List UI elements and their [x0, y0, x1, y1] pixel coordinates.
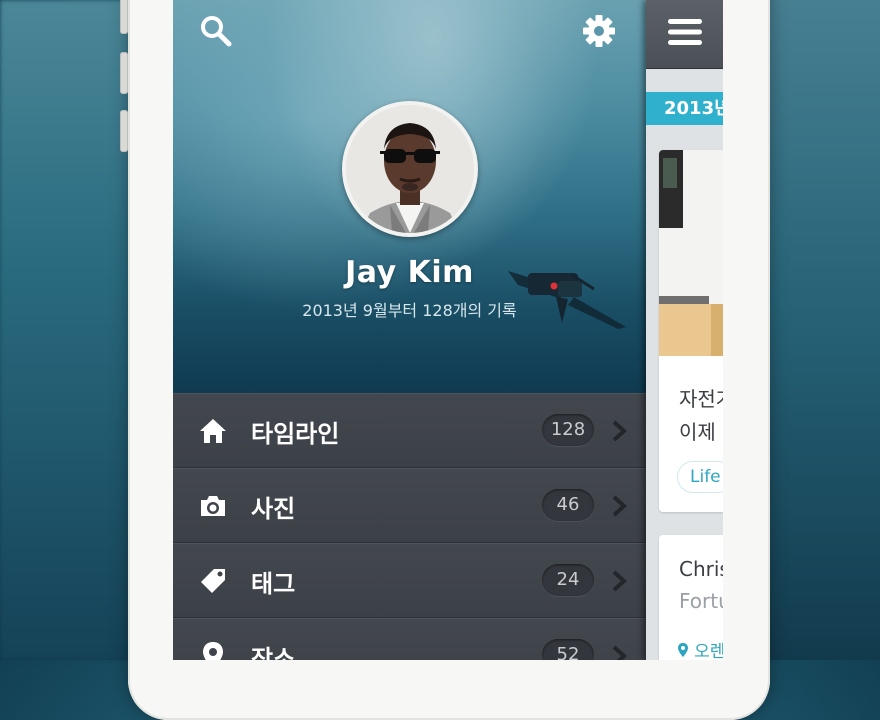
chevron-right-icon [612, 495, 627, 517]
count-badge: 46 [542, 489, 594, 521]
chevron-right-icon [612, 420, 627, 442]
menu-item-label: 사진 [251, 495, 296, 523]
map-pin-icon [198, 641, 228, 660]
tag-icon [198, 566, 228, 596]
home-icon [198, 416, 228, 446]
background-right [768, 0, 880, 660]
chevron-right-icon [612, 645, 627, 660]
timeline-header [646, 0, 723, 69]
card-title: Chris [679, 557, 723, 581]
map-pin-icon [678, 642, 688, 657]
search-icon [201, 16, 232, 47]
menu-list: 타임라인 128 사진 46 태그 24 장소 52 [173, 393, 646, 660]
gear-icon [583, 15, 615, 47]
tag-chip[interactable]: Life [677, 461, 723, 493]
menu-item-photos[interactable]: 사진 46 [173, 468, 646, 543]
phone-side-button [120, 0, 128, 34]
search-button[interactable] [196, 11, 236, 51]
menu-button[interactable] [666, 16, 704, 48]
timeline-card[interactable]: 자전거 이제 Life [659, 150, 723, 512]
chevron-right-icon [612, 570, 627, 592]
card-photo [659, 150, 723, 356]
card-location: 오렌 [677, 637, 723, 660]
avatar-photo [346, 105, 474, 233]
menu-item-tags[interactable]: 태그 24 [173, 543, 646, 618]
card-text: 자전거 [679, 387, 723, 411]
phone-volume-down-button [120, 110, 128, 152]
phone-screen: Jay Kim 2013년 9월부터 128개의 기록 타임라인 128 사진 … [173, 0, 723, 660]
background-left [0, 0, 130, 660]
camera-icon [198, 491, 228, 521]
menu-item-label: 장소 [251, 645, 296, 660]
menu-item-timeline[interactable]: 타임라인 128 [173, 393, 646, 468]
count-badge: 52 [542, 639, 594, 660]
timeline-card[interactable]: Chris Fortu 오렌 [659, 535, 723, 660]
year-header: 2013년 [646, 92, 723, 125]
settings-button[interactable] [579, 11, 619, 51]
card-subtitle: Fortu [679, 589, 723, 613]
avatar[interactable] [342, 101, 478, 237]
menu-item-label: 타임라인 [251, 420, 340, 448]
card-location-text: 오렌 [694, 642, 723, 660]
count-badge: 24 [542, 564, 594, 596]
phone-volume-up-button [120, 52, 128, 94]
count-badge: 128 [542, 414, 594, 446]
menu-item-label: 태그 [251, 570, 296, 598]
drone-image [508, 271, 626, 329]
timeline-panel[interactable]: 2013년 자전거 이제 Life Chris Fortu 오렌 [646, 0, 723, 660]
card-text: 이제 [679, 420, 716, 444]
menu-item-places[interactable]: 장소 52 [173, 618, 646, 660]
hamburger-icon [668, 19, 702, 45]
